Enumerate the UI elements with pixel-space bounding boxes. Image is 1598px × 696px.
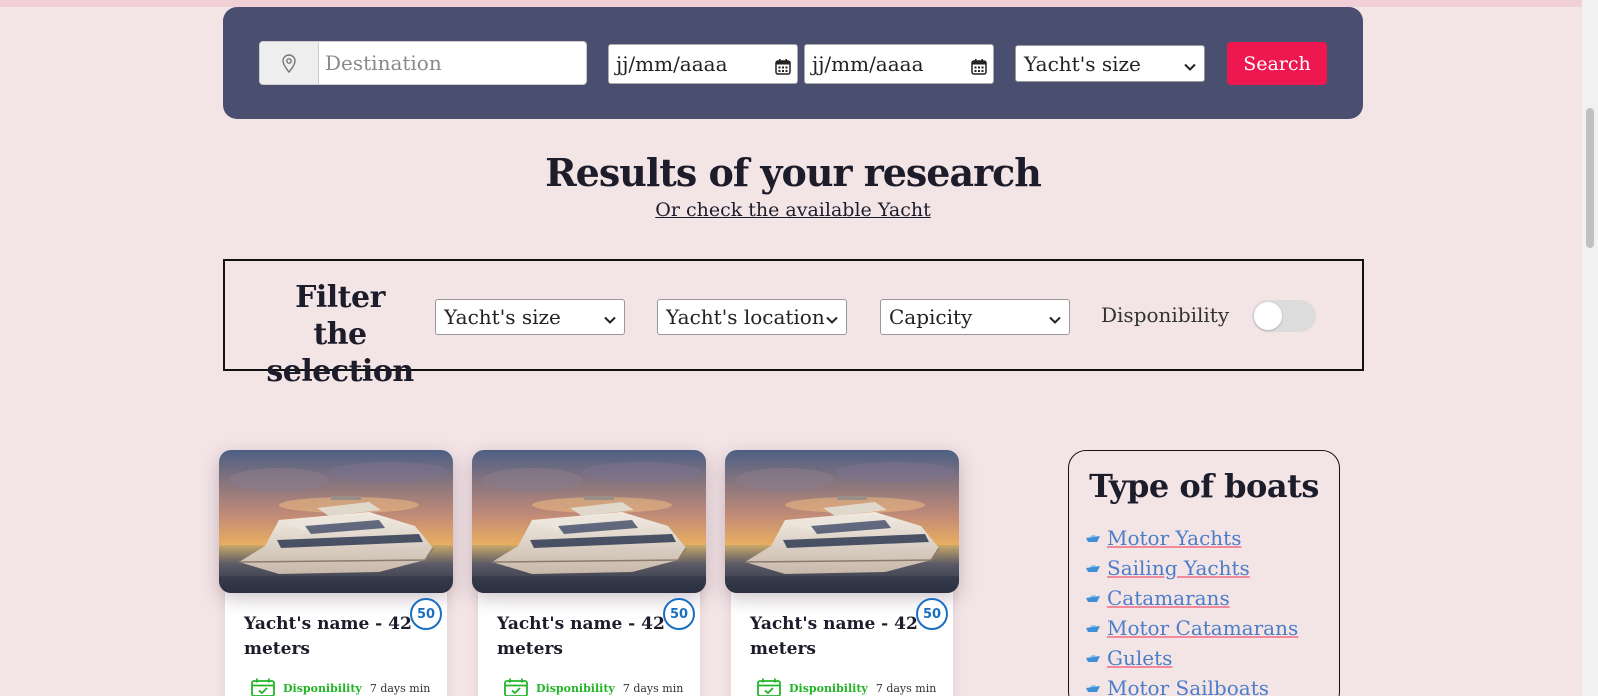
top-strip xyxy=(0,0,1582,7)
scrollbar-thumb[interactable] xyxy=(1586,108,1594,248)
list-item: Motor Yachts xyxy=(1085,523,1298,553)
list-item: Motor Sailboats xyxy=(1085,673,1298,696)
yacht-name: Yacht's name - 42 meters xyxy=(497,614,665,659)
boat-icon xyxy=(1085,589,1101,608)
boat-icon xyxy=(1085,679,1101,696)
yacht-card[interactable]: 50 Yacht's name - 42 meters Disponibilit… xyxy=(219,450,453,696)
list-item: Gulets xyxy=(1085,643,1298,673)
yacht-name: Yacht's name - 42 meters xyxy=(244,614,412,659)
card-meta: Disponibility 7 days min xyxy=(504,678,683,696)
calendar-check-icon xyxy=(504,678,528,696)
boat-types-list: Motor Yachts Sailing Yachts Catamarans M… xyxy=(1085,523,1298,696)
page-scrollbar[interactable] xyxy=(1582,0,1598,696)
yacht-image[interactable] xyxy=(725,450,959,593)
destination-group xyxy=(259,41,587,85)
yacht-card[interactable]: 50 Yacht's name - 42 meters Disponibilit… xyxy=(725,450,959,696)
chevron-down-icon xyxy=(1049,305,1061,329)
card-min-days: 7 days min xyxy=(622,682,684,695)
chevron-down-icon xyxy=(826,305,838,329)
card-disponibility: Disponibility xyxy=(283,682,362,695)
filter-title: Filter the selection xyxy=(266,280,414,389)
boat-type-link[interactable]: Sailing Yachts xyxy=(1107,556,1250,580)
filter-location-select[interactable]: Yacht's location xyxy=(657,299,847,335)
chevron-down-icon xyxy=(604,305,616,329)
capacity-badge: 50 xyxy=(663,598,695,630)
filter-location-value: Yacht's location xyxy=(666,305,825,329)
list-item: Sailing Yachts xyxy=(1085,553,1298,583)
date-from-value: jj/mm/aaaa xyxy=(616,52,728,76)
yacht-size-select[interactable]: Yacht's size xyxy=(1015,45,1205,82)
filter-capacity-value: Capicity xyxy=(889,305,973,329)
filter-size-value: Yacht's size xyxy=(444,305,561,329)
date-to-value: jj/mm/aaaa xyxy=(812,52,924,76)
boat-type-link[interactable]: Catamarans xyxy=(1107,586,1230,610)
toggle-knob xyxy=(1254,302,1282,330)
date-from-field[interactable]: jj/mm/aaaa xyxy=(608,44,798,84)
calendar-check-icon xyxy=(757,678,781,696)
card-meta: Disponibility 7 days min xyxy=(757,678,936,696)
disponibility-label: Disponibility xyxy=(1101,303,1230,327)
boat-types-title: Type of boats xyxy=(1089,467,1319,505)
available-yacht-link-text[interactable]: Or check the available Yacht xyxy=(655,199,930,221)
yacht-size-select-value: Yacht's size xyxy=(1024,51,1141,76)
capacity-badge: 50 xyxy=(916,598,948,630)
calendar-icon[interactable] xyxy=(971,56,987,80)
search-button[interactable]: Search xyxy=(1227,42,1327,85)
card-min-days: 7 days min xyxy=(369,682,431,695)
filter-capacity-select[interactable]: Capicity xyxy=(880,299,1070,335)
search-panel: jj/mm/aaaa jj/mm/aaaa Yacht's size Searc… xyxy=(223,7,1363,119)
capacity-badge: 50 xyxy=(410,598,442,630)
yacht-image[interactable] xyxy=(472,450,706,593)
card-disponibility: Disponibility xyxy=(789,682,868,695)
results-title: Results of your research xyxy=(545,150,1042,195)
available-yacht-link: Or check the available Yacht xyxy=(0,199,1586,221)
date-to-field[interactable]: jj/mm/aaaa xyxy=(804,44,994,84)
boat-type-link[interactable]: Gulets xyxy=(1107,646,1172,670)
card-meta: Disponibility 7 days min xyxy=(251,678,430,696)
boat-icon xyxy=(1085,649,1101,668)
calendar-check-icon xyxy=(251,678,275,696)
card-min-days: 7 days min xyxy=(875,682,937,695)
map-pin-icon xyxy=(260,42,319,84)
boat-type-link[interactable]: Motor Yachts xyxy=(1107,526,1241,550)
destination-input[interactable] xyxy=(319,42,586,84)
boat-type-link[interactable]: Motor Catamarans xyxy=(1107,616,1298,640)
calendar-icon[interactable] xyxy=(775,56,791,80)
filter-panel: Filter the selection Yacht's size Yacht'… xyxy=(223,259,1364,389)
yacht-card[interactable]: 50 Yacht's name - 42 meters Disponibilit… xyxy=(472,450,706,696)
boat-types-panel: Type of boats Motor Yachts Sailing Yacht… xyxy=(1068,450,1340,696)
list-item: Catamarans xyxy=(1085,583,1298,613)
boat-icon xyxy=(1085,619,1101,638)
filter-size-select[interactable]: Yacht's size xyxy=(435,299,625,335)
boat-icon xyxy=(1085,559,1101,578)
boat-icon xyxy=(1085,529,1101,548)
disponibility-toggle[interactable] xyxy=(1252,300,1316,332)
chevron-down-icon xyxy=(1184,52,1196,76)
card-disponibility: Disponibility xyxy=(536,682,615,695)
list-item: Motor Catamarans xyxy=(1085,613,1298,643)
yacht-image[interactable] xyxy=(219,450,453,593)
boat-type-link[interactable]: Motor Sailboats xyxy=(1107,676,1269,696)
yacht-name: Yacht's name - 42 meters xyxy=(750,614,918,659)
